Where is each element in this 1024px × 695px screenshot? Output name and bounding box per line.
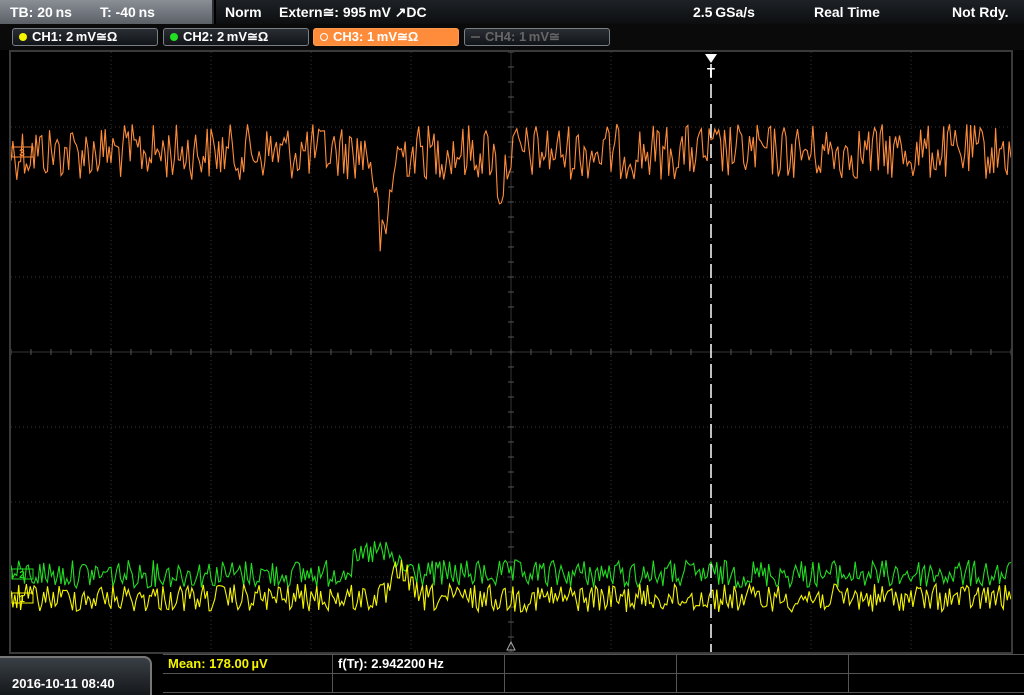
measurement-slot-3[interactable] — [505, 655, 677, 674]
measurement-slot-8[interactable] — [505, 674, 677, 693]
ch2-label: CH2: 2 mV≅Ω — [183, 29, 269, 44]
ch1-indicator-icon — [19, 33, 27, 41]
measurement-table: Mean: 178.00 µV f(Tr): 2.942200 Hz — [163, 654, 1024, 695]
measurement-slot-5[interactable] — [849, 655, 1024, 674]
measurement-slot-7[interactable] — [333, 674, 505, 693]
acquisition-status: Norm Extern≅: 995 mV ↗DC 2.5 GSa/s Real … — [216, 0, 1024, 25]
measurement-slot-10[interactable] — [849, 674, 1024, 693]
timebase-readout[interactable]: TB: 20 ns — [10, 4, 72, 20]
tab-ch4[interactable]: CH4: 1 mV≅ — [464, 28, 610, 46]
datetime-panel: 2016-10-11 08:40 — [0, 656, 152, 695]
ch4-off-icon — [471, 36, 480, 38]
channel-tabs: CH1: 2 mV≅Ω CH2: 2 mV≅Ω CH3: 1 mV≅Ω CH4:… — [0, 24, 1024, 50]
measurement-slot-4[interactable] — [677, 655, 849, 674]
trigger-state-readout: Not Rdy. — [952, 4, 1009, 20]
frequency-measurement[interactable]: f(Tr): 2.942200 Hz — [333, 655, 505, 674]
trigger-source-readout[interactable]: Extern≅: 995 mV ↗DC — [279, 4, 427, 21]
measurement-slot-9[interactable] — [677, 674, 849, 693]
ch2-marker-label: 2 — [19, 570, 25, 581]
sample-rate-readout[interactable]: 2.5 GSa/s — [693, 4, 755, 20]
tab-ch1[interactable]: CH1: 2 mV≅Ω — [12, 28, 158, 46]
ch4-label: CH4: 1 mV≅ — [485, 29, 560, 44]
timebase-panel[interactable]: TB: 20 ns T: -40 ns — [0, 0, 214, 24]
acq-mode-readout[interactable]: Norm — [225, 4, 262, 20]
ch1-marker-label: 1 — [19, 594, 25, 605]
measurement-slot-6[interactable] — [163, 674, 333, 693]
status-bar: TB: 20 ns T: -40 ns Norm Extern≅: 995 mV… — [0, 0, 1024, 25]
ch2-indicator-icon — [170, 33, 178, 41]
ch3-label: CH3: 1 mV≅Ω — [333, 29, 419, 44]
trigger-marker-label: T — [707, 65, 715, 80]
mean-measurement[interactable]: Mean: 178.00 µV — [163, 655, 333, 674]
trigger-time-readout[interactable]: T: -40 ns — [100, 4, 155, 20]
tab-ch2[interactable]: CH2: 2 mV≅Ω — [163, 28, 309, 46]
waveform-display[interactable]: T 3 2 1 — [11, 52, 1011, 652]
ch3-marker-label: 3 — [19, 148, 25, 159]
datetime-readout: 2016-10-11 08:40 — [12, 676, 115, 691]
ch1-label: CH1: 2 mV≅Ω — [32, 29, 118, 44]
acq-type-readout[interactable]: Real Time — [814, 4, 880, 20]
ch3-indicator-icon — [320, 33, 328, 41]
tab-ch3[interactable]: CH3: 1 mV≅Ω — [313, 28, 459, 46]
